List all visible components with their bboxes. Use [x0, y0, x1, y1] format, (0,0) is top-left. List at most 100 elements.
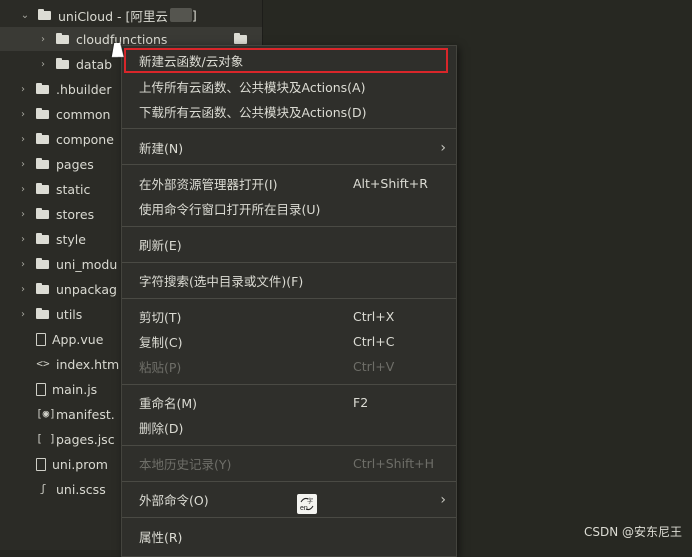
- folder-icon: [36, 108, 50, 120]
- redacted-text: [169, 8, 192, 22]
- menu-item-shortcut: Ctrl+Shift+H: [353, 456, 434, 471]
- menu-item-label: 外部命令(O): [139, 493, 209, 508]
- menu-item-label: 下载所有云函数、公共模块及Actions(D): [139, 105, 367, 120]
- chevron-right-icon[interactable]: ›: [16, 209, 30, 220]
- chevron-right-icon[interactable]: ›: [16, 309, 30, 320]
- js-file-icon: [36, 382, 46, 396]
- tree-item-label: style: [56, 231, 86, 247]
- folder-icon: [36, 258, 50, 270]
- tree-root-unicloud[interactable]: ⌄ uniCloud - [阿里云]: [0, 3, 262, 27]
- watermark: CSDN @安东尼王: [583, 525, 682, 539]
- chevron-down-icon[interactable]: ⌄: [18, 10, 32, 21]
- menu-item-new[interactable]: 新建(N) ›: [122, 135, 456, 160]
- menu-item-label: 重命名(M): [139, 396, 198, 411]
- menu-item-label: 本地历史记录(Y): [139, 457, 232, 472]
- tree-item-label: pages: [56, 156, 94, 172]
- menu-item-local-history: 本地历史记录(Y) Ctrl+Shift+H: [122, 451, 456, 476]
- folder-icon: [36, 308, 50, 320]
- menu-item-shortcut: Alt+Shift+R: [353, 176, 428, 191]
- chevron-right-icon[interactable]: ›: [36, 34, 50, 45]
- tree-root-suffix: ]: [191, 7, 197, 23]
- translate-icon: en 字: [297, 494, 317, 514]
- menu-item-label: 使用命令行窗口打开所在目录(U): [139, 202, 321, 217]
- folder-icon: [36, 208, 50, 220]
- chevron-right-icon[interactable]: ›: [16, 159, 30, 170]
- chevron-right-icon[interactable]: ›: [36, 59, 50, 70]
- tree-item-label: uni.scss: [56, 481, 106, 497]
- tree-item-label: utils: [56, 306, 83, 322]
- menu-item-open-in-terminal[interactable]: 使用命令行窗口打开所在目录(U): [122, 196, 456, 221]
- context-menu: 新建云函数/云对象 上传所有云函数、公共模块及Actions(A) 下载所有云函…: [121, 45, 457, 557]
- highlight-box: [124, 48, 448, 73]
- menu-item-download-all[interactable]: 下载所有云函数、公共模块及Actions(D): [122, 99, 456, 124]
- json-file-icon: [ ]: [36, 432, 56, 445]
- tree-item-label: unpackag: [56, 281, 117, 297]
- menu-item-open-in-explorer[interactable]: 在外部资源管理器打开(I) Alt+Shift+R: [122, 171, 456, 196]
- menu-item-refresh[interactable]: 刷新(E): [122, 232, 456, 257]
- menu-item-upload-all[interactable]: 上传所有云函数、公共模块及Actions(A): [122, 74, 456, 99]
- folder-icon: [56, 33, 70, 45]
- chevron-right-icon[interactable]: ›: [16, 109, 30, 120]
- chevron-right-icon[interactable]: ›: [16, 184, 30, 195]
- menu-item-label: 上传所有云函数、公共模块及Actions(A): [139, 80, 366, 95]
- menu-divider: [122, 128, 456, 129]
- menu-divider: [122, 384, 456, 385]
- folder-icon: [56, 58, 70, 70]
- folder-icon: [38, 9, 52, 21]
- chevron-right-icon[interactable]: ›: [16, 234, 30, 245]
- svg-text:en: en: [300, 505, 308, 512]
- tree-item-label: datab: [76, 56, 113, 72]
- folder-icon: [36, 158, 50, 170]
- scss-file-icon: ʃ: [39, 482, 47, 495]
- tree-item-label: pages.jsc: [56, 431, 115, 447]
- menu-item-label: 粘贴(P): [139, 360, 182, 375]
- code-file-icon: <>: [36, 357, 50, 370]
- menu-item-shortcut: F2: [353, 395, 369, 410]
- tree-item-label: .hbuilder: [56, 81, 112, 97]
- menu-item-shortcut: Ctrl+X: [353, 309, 395, 324]
- chevron-right-icon[interactable]: ›: [16, 259, 30, 270]
- folder-icon: [36, 133, 50, 145]
- menu-item-label: 新建(N): [139, 141, 184, 156]
- tree-item-label: stores: [56, 206, 95, 222]
- tree-item-label: compone: [56, 131, 114, 147]
- menu-item-label: 剪切(T): [139, 310, 182, 325]
- menu-item-rename[interactable]: 重命名(M) F2: [122, 390, 456, 415]
- menu-divider: [122, 298, 456, 299]
- menu-item-label: 在外部资源管理器打开(I): [139, 177, 278, 192]
- menu-item-label: 刷新(E): [139, 238, 182, 253]
- folder-icon: [234, 33, 248, 45]
- mouse-cursor-icon: [111, 43, 127, 57]
- tree-item-label: App.vue: [52, 331, 104, 347]
- menu-item-label: 复制(C): [139, 335, 183, 350]
- menu-item-text-search[interactable]: 字符搜索(选中目录或文件)(F): [122, 268, 456, 293]
- tree-item-label: manifest.: [56, 406, 115, 422]
- menu-divider: [122, 481, 456, 482]
- menu-item-shortcut: Ctrl+C: [353, 334, 395, 349]
- settings-file-icon: [◉]: [36, 407, 56, 420]
- chevron-right-icon[interactable]: ›: [16, 134, 30, 145]
- menu-item-label: 属性(R): [139, 530, 183, 545]
- tree-item-label: uni_modu: [56, 256, 118, 272]
- svg-text:字: 字: [307, 497, 313, 505]
- tree-item-label: static: [56, 181, 91, 197]
- folder-icon: [36, 283, 50, 295]
- chevron-right-icon[interactable]: ›: [16, 284, 30, 295]
- menu-divider: [122, 262, 456, 263]
- chevron-right-icon[interactable]: ›: [16, 84, 30, 95]
- folder-icon: [36, 233, 50, 245]
- tree-item-label: main.js: [52, 381, 98, 397]
- tree-item-label: index.htm: [56, 356, 120, 372]
- submenu-arrow-icon: ›: [440, 139, 446, 156]
- folder-icon: [36, 83, 50, 95]
- menu-item-cut[interactable]: 剪切(T) Ctrl+X: [122, 304, 456, 329]
- menu-item-delete[interactable]: 删除(D): [122, 415, 456, 440]
- tree-item-label: uni.prom: [52, 456, 108, 472]
- vue-file-icon: [36, 332, 46, 346]
- folder-icon: [36, 183, 50, 195]
- menu-item-external-command[interactable]: 外部命令(O) ›: [122, 487, 456, 512]
- menu-divider: [122, 445, 456, 446]
- menu-item-properties[interactable]: 属性(R): [122, 524, 456, 549]
- menu-item-copy[interactable]: 复制(C) Ctrl+C: [122, 329, 456, 354]
- menu-item-label: 删除(D): [139, 421, 184, 436]
